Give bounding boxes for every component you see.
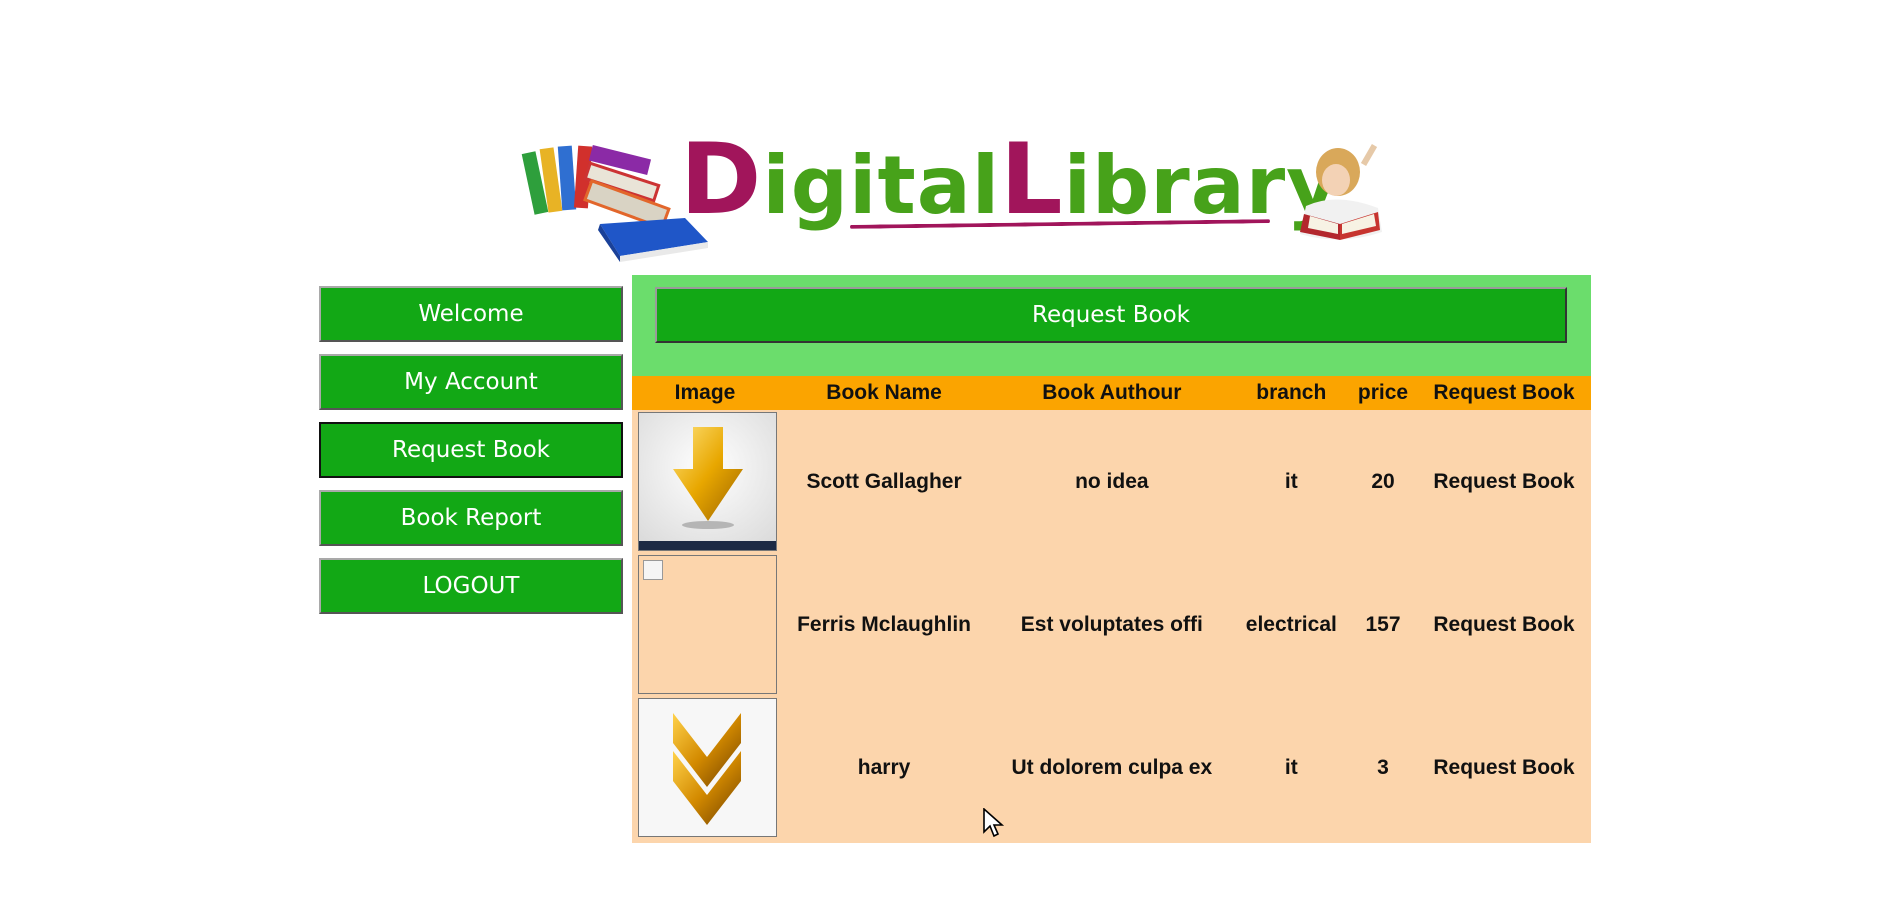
column-header-book-name: Book Name — [778, 376, 991, 410]
book-name-cell: harry — [857, 755, 911, 779]
column-header-branch: branch — [1233, 376, 1350, 410]
price-cell: 157 — [1365, 612, 1401, 636]
book-name-cell: Ferris Mclaughlin — [797, 612, 971, 636]
table-row: harry Ut dolorem culpa ex it 3 Request B… — [632, 696, 1591, 839]
column-header-price: price — [1349, 376, 1417, 410]
branch-cell: it — [1284, 755, 1298, 779]
table-header-row: Image Book Name Book Authour branch pric… — [632, 376, 1591, 410]
column-header-image: Image — [632, 376, 778, 410]
sidebar-item-welcome[interactable]: Welcome — [319, 286, 623, 342]
image-cell — [632, 696, 778, 839]
request-book-link[interactable]: Request Book — [1417, 553, 1591, 696]
column-header-book-author: Book Authour — [990, 376, 1234, 410]
mouse-pointer-icon — [983, 808, 1005, 838]
table-row: Scott Gallagher no idea it 20 Request Bo… — [632, 410, 1591, 553]
sidebar-nav: Welcome My Account Request Book Book Rep… — [319, 286, 623, 626]
table-row: Ferris Mclaughlin Est voluptates offi el… — [632, 553, 1591, 696]
column-header-request-book: Request Book — [1416, 376, 1591, 410]
sidebar-item-request-book[interactable]: Request Book — [319, 422, 623, 478]
branch-cell: it — [1284, 469, 1298, 493]
page-title: Request Book — [655, 287, 1567, 343]
book-thumbnail — [638, 698, 777, 837]
main-panel: Request Book Image Book Name Book Authou… — [632, 275, 1591, 843]
reading-girl-illustration — [1300, 143, 1382, 240]
book-thumbnail — [638, 412, 777, 551]
price-cell: 3 — [1377, 755, 1389, 779]
price-cell: 20 — [1371, 469, 1395, 493]
books-table: Image Book Name Book Authour branch pric… — [632, 376, 1591, 839]
branch-cell: electrical — [1245, 612, 1337, 636]
image-cell — [632, 553, 778, 696]
sidebar-item-book-report[interactable]: Book Report — [319, 490, 623, 546]
logo-letter-l: L — [1000, 123, 1064, 237]
down-arrow-icon — [639, 413, 776, 550]
sidebar-item-logout[interactable]: LOGOUT — [319, 558, 623, 614]
logo-letter-d: D — [680, 123, 763, 237]
main-header: Request Book — [632, 275, 1591, 376]
image-cell — [632, 410, 778, 553]
logo-word-igital: igital — [762, 139, 1001, 232]
book-author-cell: Ut dolorem culpa ex — [1011, 755, 1213, 779]
book-name-cell: Scott Gallagher — [806, 469, 962, 493]
broken-image-icon — [643, 560, 663, 580]
sidebar-item-my-account[interactable]: My Account — [319, 354, 623, 410]
chevron-down-icon — [639, 699, 776, 836]
book-thumbnail — [638, 555, 777, 694]
book-author-cell: no idea — [1075, 469, 1149, 493]
digital-library-logo: DigitalLibrary — [520, 128, 1400, 263]
request-book-link[interactable]: Request Book — [1417, 696, 1591, 839]
request-book-link[interactable]: Request Book — [1417, 410, 1591, 553]
book-author-cell: Est voluptates offi — [1020, 612, 1203, 636]
